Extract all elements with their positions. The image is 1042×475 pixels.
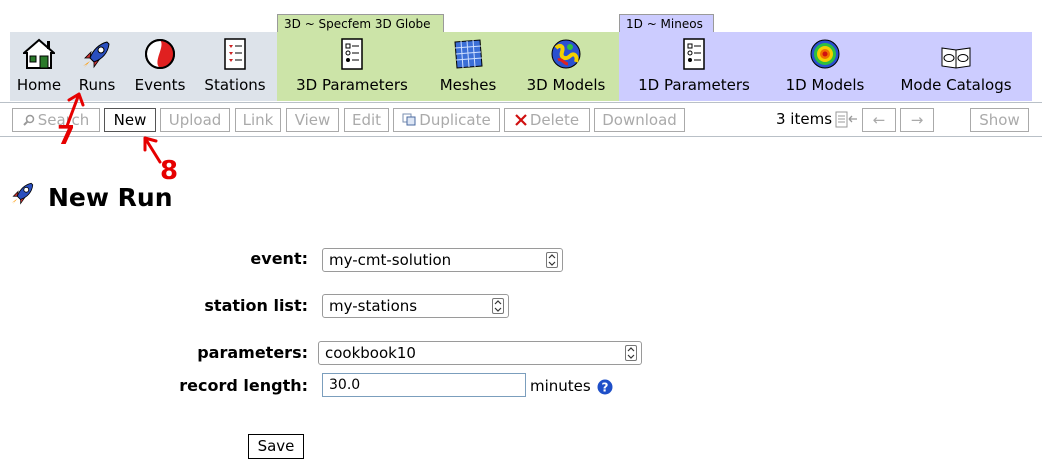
nav-meshes-label: Meshes (439, 76, 497, 94)
duplicate-button[interactable]: Duplicate (393, 108, 500, 132)
nav-1d-parameters[interactable]: 1D Parameters (636, 38, 752, 100)
magnifier-icon (23, 110, 35, 132)
record-length-label: record length: (179, 376, 308, 395)
delete-button-label: Delete (529, 111, 580, 129)
delete-button[interactable]: Delete (504, 108, 590, 132)
nav-3d-parameters[interactable]: 3D Parameters (292, 38, 412, 100)
download-button[interactable]: Download (594, 108, 685, 132)
select-arrows-icon (546, 252, 558, 268)
annotation-step-7: 7 (57, 121, 76, 151)
nav-group-mineos-tab: 1D ~ Mineos (619, 14, 714, 32)
nav-3d-models[interactable]: 3D Models (520, 38, 612, 100)
nav-events-label: Events (134, 76, 186, 94)
nav-events[interactable]: Events (132, 38, 188, 100)
save-button[interactable]: Save (248, 434, 304, 459)
earth-model-icon (551, 39, 581, 69)
parameters-form-icon (683, 38, 705, 70)
nav-group-specfem-tab: 3D ~ Specfem 3D Globe (277, 14, 444, 32)
duplicate-icon (402, 110, 416, 132)
station-list-select[interactable]: my-stations (322, 294, 509, 318)
show-button[interactable]: Show (970, 108, 1029, 132)
record-length-input[interactable] (322, 373, 526, 397)
radial-model-icon (810, 39, 840, 69)
nav-1d-models[interactable]: 1D Models (780, 38, 870, 100)
items-count: 3 items (776, 110, 833, 128)
station-list-label: station list: (204, 296, 308, 315)
parameters-select[interactable]: cookbook10 (318, 341, 642, 365)
upload-button[interactable]: Upload (160, 108, 230, 132)
previous-page-button[interactable]: ← (862, 108, 896, 132)
event-select-value: my-cmt-solution (329, 251, 452, 269)
nav-stations[interactable]: Stations (202, 38, 268, 100)
parameters-label: parameters: (197, 343, 308, 362)
nav-mode-catalogs-label: Mode Catalogs (900, 76, 1012, 94)
view-button[interactable]: View (286, 108, 339, 132)
next-page-button[interactable]: → (900, 108, 934, 132)
nav-mode-catalogs[interactable]: Mode Catalogs (898, 38, 1014, 100)
parameters-form-icon (341, 38, 363, 70)
help-icon[interactable]: ? (597, 379, 613, 399)
event-label: event: (250, 249, 308, 268)
select-arrows-icon (625, 345, 637, 361)
station-list-select-value: my-stations (329, 297, 418, 315)
nav-stations-label: Stations (204, 76, 266, 94)
svg-text:?: ? (602, 381, 609, 395)
annotation-step-8: 8 (160, 156, 179, 186)
nav-meshes[interactable]: Meshes (436, 38, 500, 100)
mesh-grid-icon (454, 39, 483, 69)
nav-3d-parameters-label: 3D Parameters (296, 76, 408, 94)
link-button[interactable]: Link (235, 108, 281, 132)
rocket-icon (83, 41, 110, 69)
rocket-icon (11, 182, 34, 205)
page-title: New Run (48, 183, 173, 212)
duplicate-button-label: Duplicate (419, 111, 491, 129)
new-button[interactable]: New (104, 108, 156, 132)
select-arrows-icon (492, 298, 504, 314)
beachball-icon (145, 39, 175, 69)
nav-3d-models-label: 3D Models (526, 76, 606, 94)
nav-1d-parameters-label: 1D Parameters (638, 76, 750, 94)
event-select[interactable]: my-cmt-solution (322, 248, 563, 272)
nav-1d-models-label: 1D Models (785, 76, 865, 94)
edit-button[interactable]: Edit (344, 108, 389, 132)
toolbar-divider-top (0, 102, 1042, 103)
page-list-icon[interactable] (835, 111, 859, 133)
record-length-unit: minutes (530, 377, 591, 395)
delete-x-icon (515, 110, 527, 132)
list-checkbox-icon (224, 38, 246, 70)
house-icon (23, 38, 55, 69)
mode-catalog-icon (941, 47, 971, 69)
parameters-select-value: cookbook10 (325, 344, 416, 362)
